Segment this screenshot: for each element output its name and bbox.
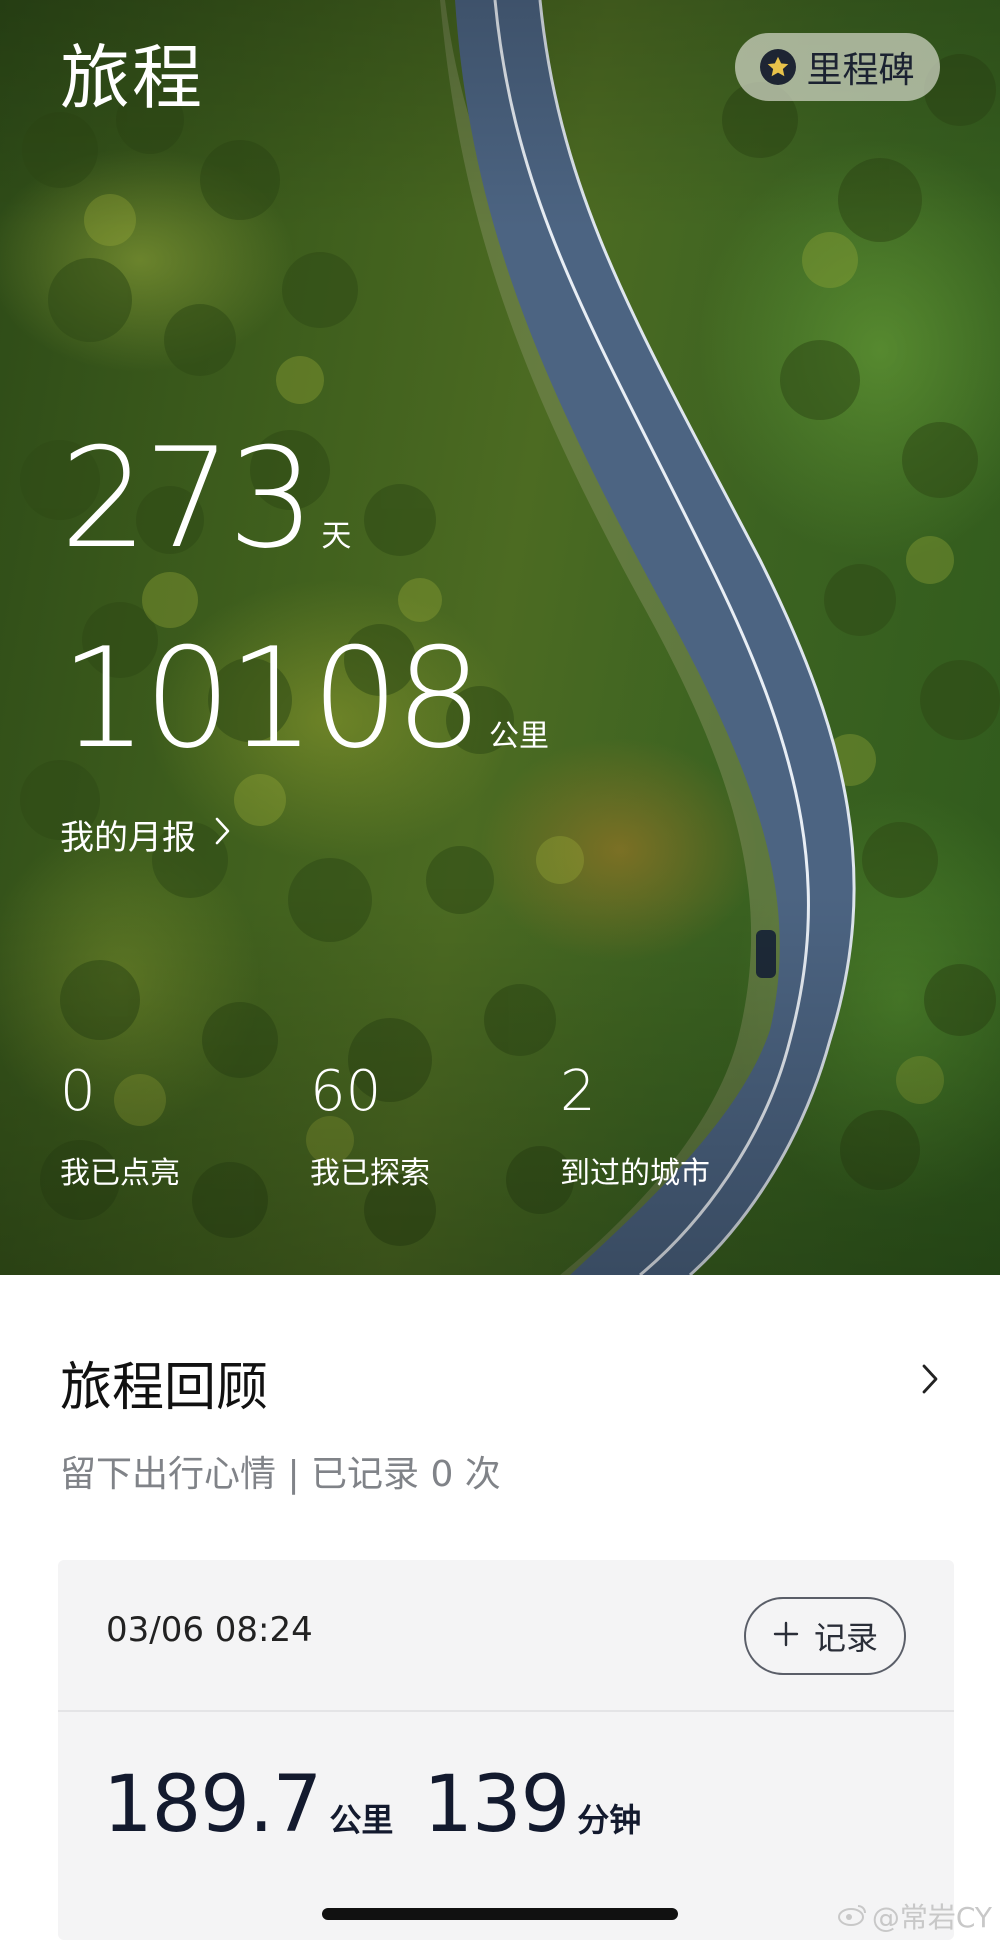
star-icon [760, 49, 797, 85]
hero-banner: 旅程 里程碑 273 天 10108 公里 我的月报 0 我已点亮 60 我已探… [0, 0, 1000, 1275]
trip-review-header[interactable]: 旅程回顾 [60, 1345, 940, 1420]
explored-label: 我已探索 [310, 1156, 430, 1191]
home-indicator[interactable] [322, 1908, 678, 1920]
trip-duration-value: 139 [423, 1760, 570, 1850]
chevron-right-icon [214, 816, 232, 854]
lit-up-label: 我已点亮 [60, 1156, 180, 1191]
days-value: 273 [60, 418, 315, 579]
days-unit: 天 [321, 519, 352, 554]
distance-unit: 公里 [489, 719, 549, 754]
trip-review-title: 旅程回顾 [60, 1358, 269, 1418]
stats-row: 0 我已点亮 60 我已探索 2 到过的城市 [60, 1062, 810, 1192]
days-stat: 273 天 [60, 430, 351, 568]
trip-duration-unit: 分钟 [577, 1801, 642, 1839]
cities-value: 2 [560, 1059, 596, 1124]
monthly-report-link[interactable]: 我的月报 [60, 810, 232, 859]
weibo-icon [837, 1900, 868, 1933]
distance-stat: 10108 公里 [60, 630, 549, 768]
record-label: 记录 [813, 1619, 878, 1657]
monthly-report-label: 我的月报 [60, 818, 196, 858]
chevron-right-icon [920, 1361, 940, 1405]
milestone-label: 里程碑 [806, 50, 915, 91]
card-divider [58, 1710, 954, 1712]
page-title: 旅程 [60, 37, 204, 119]
milestone-button[interactable]: 里程碑 [735, 33, 940, 101]
trip-metrics: 189.7 公里 139 分钟 [103, 1760, 671, 1850]
lit-up-stat[interactable]: 0 我已点亮 [60, 1062, 310, 1192]
cities-stat[interactable]: 2 到过的城市 [560, 1062, 810, 1192]
explored-stat[interactable]: 60 我已探索 [310, 1062, 560, 1192]
trip-distance-value: 189.7 [103, 1760, 322, 1850]
record-button[interactable]: 记录 [744, 1597, 906, 1675]
lit-up-value: 0 [60, 1059, 96, 1124]
trip-review-subtitle: 留下出行心情 | 已记录 0 次 [60, 1454, 501, 1495]
cities-label: 到过的城市 [560, 1156, 710, 1191]
trip-distance-unit: 公里 [329, 1801, 394, 1839]
trip-datetime: 03/06 08:24 [106, 1610, 313, 1650]
distance-value: 10108 [60, 618, 483, 779]
watermark: @常岩CY [837, 1896, 992, 1936]
watermark-text: @常岩CY [871, 1901, 992, 1934]
trip-card[interactable]: 03/06 08:24 记录 189.7 公里 139 分钟 [58, 1560, 954, 1940]
plus-icon [772, 1616, 800, 1657]
explored-value: 60 [310, 1059, 382, 1124]
